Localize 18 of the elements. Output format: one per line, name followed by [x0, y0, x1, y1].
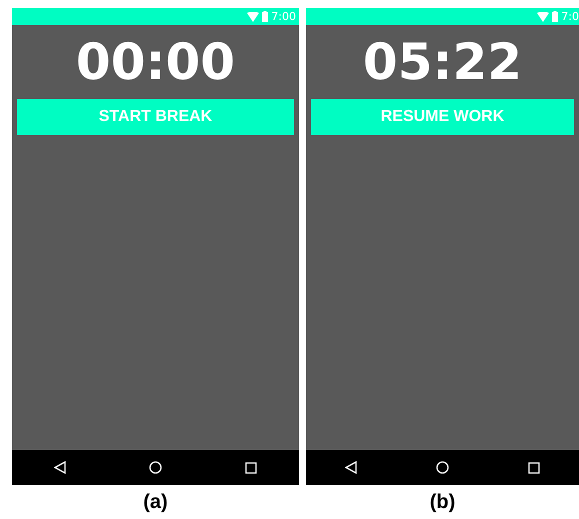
- status-time: 7:00: [271, 11, 296, 22]
- figure-caption: (b): [430, 491, 456, 514]
- back-icon[interactable]: [345, 461, 358, 474]
- recents-icon[interactable]: [528, 462, 540, 474]
- battery-icon: [552, 11, 558, 22]
- timer-display: 00:00: [76, 32, 236, 93]
- wifi-icon: [537, 12, 550, 22]
- figure-caption: (a): [143, 491, 168, 514]
- recents-icon[interactable]: [245, 462, 258, 474]
- wifi-icon: [247, 12, 260, 22]
- home-icon[interactable]: [436, 461, 449, 474]
- battery-icon: [262, 11, 268, 22]
- home-icon[interactable]: [148, 461, 162, 474]
- action-button[interactable]: START BREAK: [17, 99, 294, 135]
- action-button[interactable]: RESUME WORK: [311, 99, 574, 135]
- back-icon[interactable]: [54, 461, 66, 474]
- timer-display: 05:22: [362, 32, 522, 93]
- status-time: 7:0: [561, 11, 579, 22]
